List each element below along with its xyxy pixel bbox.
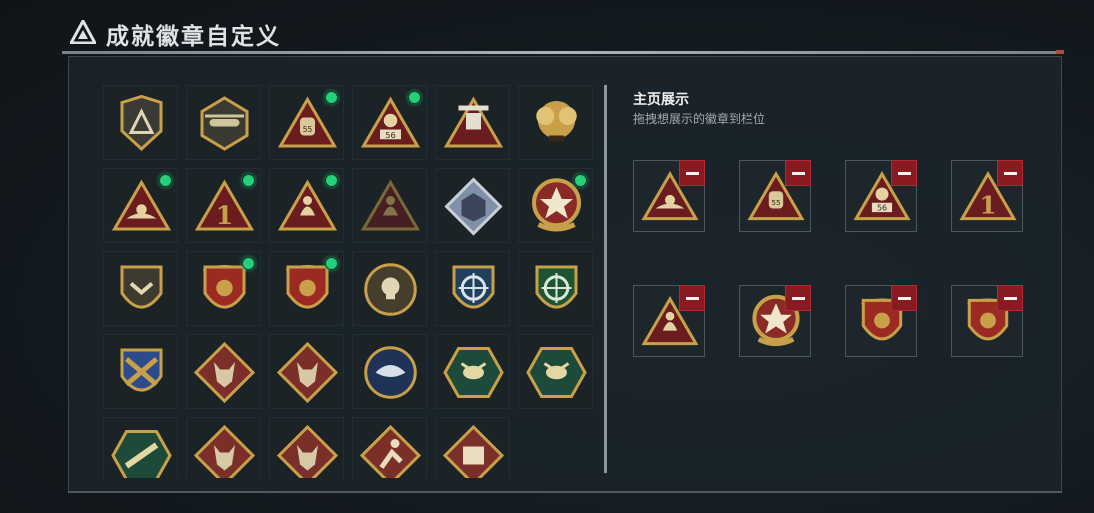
svg-text:55: 55 — [303, 125, 313, 134]
triangle-logo-icon — [70, 20, 96, 44]
gold-cluster-badge-icon — [536, 101, 577, 142]
badge-cell[interactable] — [186, 85, 261, 160]
new-badge-dot — [242, 257, 255, 270]
showcase-slot[interactable] — [739, 285, 811, 357]
svg-text:56: 56 — [877, 204, 887, 213]
badge-cell[interactable]: 1 — [186, 168, 261, 243]
title-divider-accent — [1056, 50, 1064, 54]
mech-triangle-badge-icon — [443, 96, 504, 148]
new-badge-dot — [159, 174, 172, 187]
helicopter-badge-icon — [200, 96, 249, 151]
badge-collection-grid: 55 56 1 — [103, 85, 597, 478]
badge-cell[interactable] — [352, 251, 427, 326]
remove-badge-button[interactable] — [785, 160, 811, 186]
showcase-title: 主页展示 — [633, 92, 689, 108]
badge-cell[interactable] — [518, 334, 593, 409]
page-title: 成就徽章自定义 — [106, 24, 281, 50]
badge-cell[interactable] — [269, 417, 344, 478]
showcase-slot[interactable]: 55 — [739, 160, 811, 232]
new-badge-dot — [325, 257, 338, 270]
chevron-shield-badge-icon — [120, 265, 163, 309]
svg-text:56: 56 — [385, 130, 396, 140]
showcase-subtitle: 拖拽想展示的徽章到栏位 — [633, 112, 766, 126]
badge-cell[interactable] — [352, 334, 427, 409]
triangle-shield-badge-icon — [120, 94, 163, 152]
remove-badge-button[interactable] — [785, 285, 811, 311]
badge-cell[interactable] — [518, 168, 593, 243]
skull-round-badge-icon — [364, 263, 417, 316]
badge-cell[interactable] — [435, 334, 510, 409]
eagle-round-badge-icon — [364, 346, 417, 399]
badge-cell[interactable] — [269, 168, 344, 243]
panel-divider — [604, 85, 607, 473]
new-badge-dot — [242, 174, 255, 187]
header-bar: 成就徽章自定义 — [62, 8, 1064, 56]
badge-cell[interactable] — [103, 334, 178, 409]
soldiers-locked-badge-icon — [360, 179, 421, 231]
new-badge-dot — [574, 174, 587, 187]
wolf-diamond-alt-badge-icon — [276, 341, 339, 404]
dragon-diamond-badge-icon — [193, 424, 256, 478]
new-badge-dot — [325, 174, 338, 187]
remove-badge-button[interactable] — [891, 160, 917, 186]
showcase-slot[interactable]: 1 — [951, 160, 1023, 232]
badge-cell[interactable] — [435, 85, 510, 160]
crosshair-green-shield-badge-icon — [535, 265, 578, 309]
badge-cell[interactable] — [103, 168, 178, 243]
badge-cell[interactable] — [103, 251, 178, 326]
dragon-diamond-alt-badge-icon — [276, 424, 339, 478]
hornet-hex-badge-icon — [443, 347, 504, 398]
badge-cell[interactable] — [352, 168, 427, 243]
svg-text:55: 55 — [771, 198, 780, 207]
badge-cell[interactable] — [435, 417, 510, 478]
crate-diamond-badge-icon — [442, 424, 505, 478]
svg-text:1: 1 — [216, 201, 234, 231]
badge-cell[interactable] — [518, 251, 593, 326]
remove-badge-button[interactable] — [997, 160, 1023, 186]
badge-cell[interactable] — [186, 251, 261, 326]
svg-text:1: 1 — [979, 191, 996, 220]
badge-cell[interactable] — [186, 334, 261, 409]
badge-cell[interactable] — [103, 85, 178, 160]
remove-badge-button[interactable] — [679, 285, 705, 311]
title-divider — [62, 51, 1062, 54]
crossed-tools-shield-badge-icon — [120, 348, 163, 392]
badge-panel: 55 56 1 主页展示 拖拽想展示的徽章到栏位 55 56 1 — [68, 56, 1062, 493]
showcase-slot[interactable] — [951, 285, 1023, 357]
badge-cell[interactable] — [435, 168, 510, 243]
showcase-slot[interactable] — [633, 160, 705, 232]
showcase-slot[interactable]: 56 — [845, 160, 917, 232]
runner-diamond-badge-icon — [359, 424, 422, 478]
cube-diamond-badge-icon — [444, 177, 503, 236]
rifle-hex-badge-icon — [111, 430, 172, 478]
badge-cell[interactable]: 55 — [269, 85, 344, 160]
showcase-slot[interactable] — [845, 285, 917, 357]
badge-cell[interactable] — [186, 417, 261, 478]
hornet-hex-alt-badge-icon — [526, 347, 587, 398]
wolf-diamond-badge-icon — [193, 341, 256, 404]
new-badge-dot — [408, 91, 421, 104]
badge-cell[interactable] — [103, 417, 178, 478]
badge-cell[interactable] — [269, 251, 344, 326]
badge-cell[interactable] — [518, 85, 593, 160]
showcase-slot[interactable] — [633, 285, 705, 357]
remove-badge-button[interactable] — [997, 285, 1023, 311]
badge-cell[interactable] — [269, 334, 344, 409]
badge-cell[interactable] — [435, 251, 510, 326]
remove-badge-button[interactable] — [891, 285, 917, 311]
badge-cell[interactable] — [352, 417, 427, 478]
remove-badge-button[interactable] — [679, 160, 705, 186]
new-badge-dot — [325, 91, 338, 104]
crosshair-blue-shield-badge-icon — [452, 265, 495, 309]
badge-cell[interactable]: 56 — [352, 85, 427, 160]
